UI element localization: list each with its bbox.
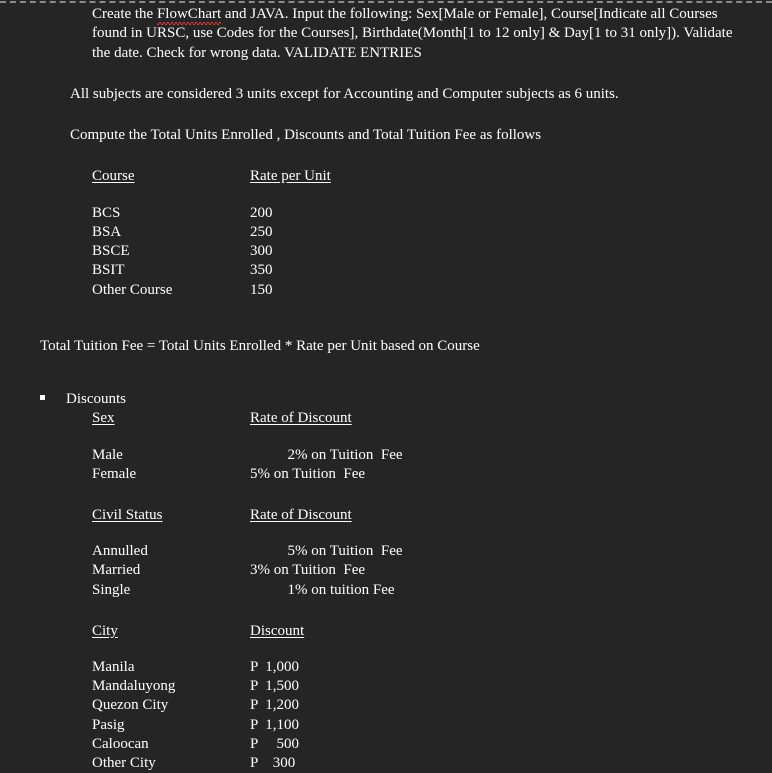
course-rate-table: Course Rate per Unit BCS 200 BSA 250 BSC… <box>92 167 331 299</box>
column-header-rate-of-discount: Rate of Discount <box>250 506 352 523</box>
city-discount: P 1,000 <box>250 658 300 675</box>
city-discount: P 300 <box>250 754 296 771</box>
table-row: Quezon City P 1,200 <box>92 696 304 715</box>
city-label: Other City <box>92 754 156 771</box>
sex-label: Female <box>92 465 137 482</box>
city-discount-table: City Discount Manila P 1,000 Mandaluyong… <box>92 622 304 773</box>
table-row-spacer <box>92 525 403 542</box>
course-name: BSCE <box>92 243 130 260</box>
course-rate: 300 <box>250 243 273 260</box>
table-row-spacer <box>92 641 304 658</box>
intro-text-before: Create the <box>92 6 157 22</box>
course-rate: 200 <box>250 204 273 221</box>
table-row: Female 5% on Tuition Fee <box>92 465 403 484</box>
table-header-row: Course Rate per Unit <box>92 167 331 186</box>
course-name: BCS <box>92 204 121 221</box>
table-header-row: Sex Rate of Discount <box>92 409 403 428</box>
column-header-rate-of-discount: Rate of Discount <box>250 410 352 427</box>
sex-label: Male <box>92 446 123 463</box>
civil-status-discount: 5% on Tuition Fee <box>250 543 403 560</box>
course-name: BSA <box>92 223 122 240</box>
sex-discount: 5% on Tuition Fee <box>250 465 366 482</box>
discounts-heading: Discounts <box>66 391 126 407</box>
total-tuition-formula: Total Tuition Fee = Total Units Enrolled… <box>40 337 480 354</box>
city-label: Pasig <box>92 716 125 733</box>
civil-status-discount-table: Civil Status Rate of Discount Annulled 5… <box>92 506 403 600</box>
misspelled-word-flowchart: FlowChart <box>156 5 222 26</box>
compute-note: Compute the Total Units Enrolled , Disco… <box>70 127 542 144</box>
sex-discount-table: Sex Rate of Discount Male 2% on Tuition … <box>92 409 403 484</box>
table-row: Caloocan P 500 <box>92 735 304 754</box>
column-header-city: City <box>92 622 118 639</box>
table-row: BSA 250 <box>92 223 331 242</box>
table-row: Male 2% on Tuition Fee <box>92 446 403 465</box>
city-discount: P 1,200 <box>250 697 300 714</box>
document-page: Create the FlowChart and JAVA. Input the… <box>0 0 772 771</box>
table-row: BSIT 350 <box>92 261 331 280</box>
table-row-spacer <box>92 429 403 446</box>
column-header-civil-status: Civil Status <box>92 506 163 523</box>
city-label: Mandaluyong <box>92 678 176 695</box>
course-name: Other Course <box>92 281 173 298</box>
intro-paragraph: Create the FlowChart and JAVA. Input the… <box>92 5 746 63</box>
table-row: Single 1% on tuition Fee <box>92 581 403 600</box>
civil-status-discount: 3% on Tuition Fee <box>250 562 366 579</box>
table-row: BCS 200 <box>92 204 331 223</box>
table-row-spacer <box>92 187 331 204</box>
course-rate: 150 <box>250 281 273 298</box>
course-rate: 350 <box>250 262 273 279</box>
civil-status-label: Annulled <box>92 543 148 560</box>
table-row: Other Course 150 <box>92 281 331 300</box>
column-header-discount: Discount <box>250 622 305 639</box>
civil-status-label: Married <box>92 562 141 579</box>
city-label: Manila <box>92 658 135 675</box>
table-row: BSCE 300 <box>92 242 331 261</box>
square-bullet-icon <box>40 395 45 400</box>
discounts-bullet-item: Discounts <box>40 390 772 409</box>
table-header-row: City Discount <box>92 622 304 641</box>
table-row: Annulled 5% on Tuition Fee <box>92 542 403 561</box>
civil-status-discount: 1% on tuition Fee <box>250 581 395 598</box>
table-row: Married 3% on Tuition Fee <box>92 561 403 580</box>
course-rate: 250 <box>250 223 273 240</box>
sex-discount: 2% on Tuition Fee <box>250 446 403 463</box>
city-discount: P 500 <box>250 735 300 752</box>
column-header-rate-per-unit: Rate per Unit <box>250 168 331 185</box>
city-discount: P 1,500 <box>250 678 300 695</box>
table-row: Other City P 300 <box>92 754 304 773</box>
civil-status-label: Single <box>92 581 131 598</box>
column-header-sex: Sex <box>92 410 115 427</box>
table-header-row: Civil Status Rate of Discount <box>92 506 403 525</box>
city-label: Quezon City <box>92 697 169 714</box>
table-row: Pasig P 1,100 <box>92 716 304 735</box>
table-row: Manila P 1,000 <box>92 658 304 677</box>
units-note: All subjects are considered 3 units exce… <box>70 85 619 102</box>
city-label: Caloocan <box>92 735 149 752</box>
course-name: BSIT <box>92 262 125 279</box>
column-header-course: Course <box>92 168 135 185</box>
table-row: Mandaluyong P 1,500 <box>92 677 304 696</box>
city-discount: P 1,100 <box>250 716 300 733</box>
